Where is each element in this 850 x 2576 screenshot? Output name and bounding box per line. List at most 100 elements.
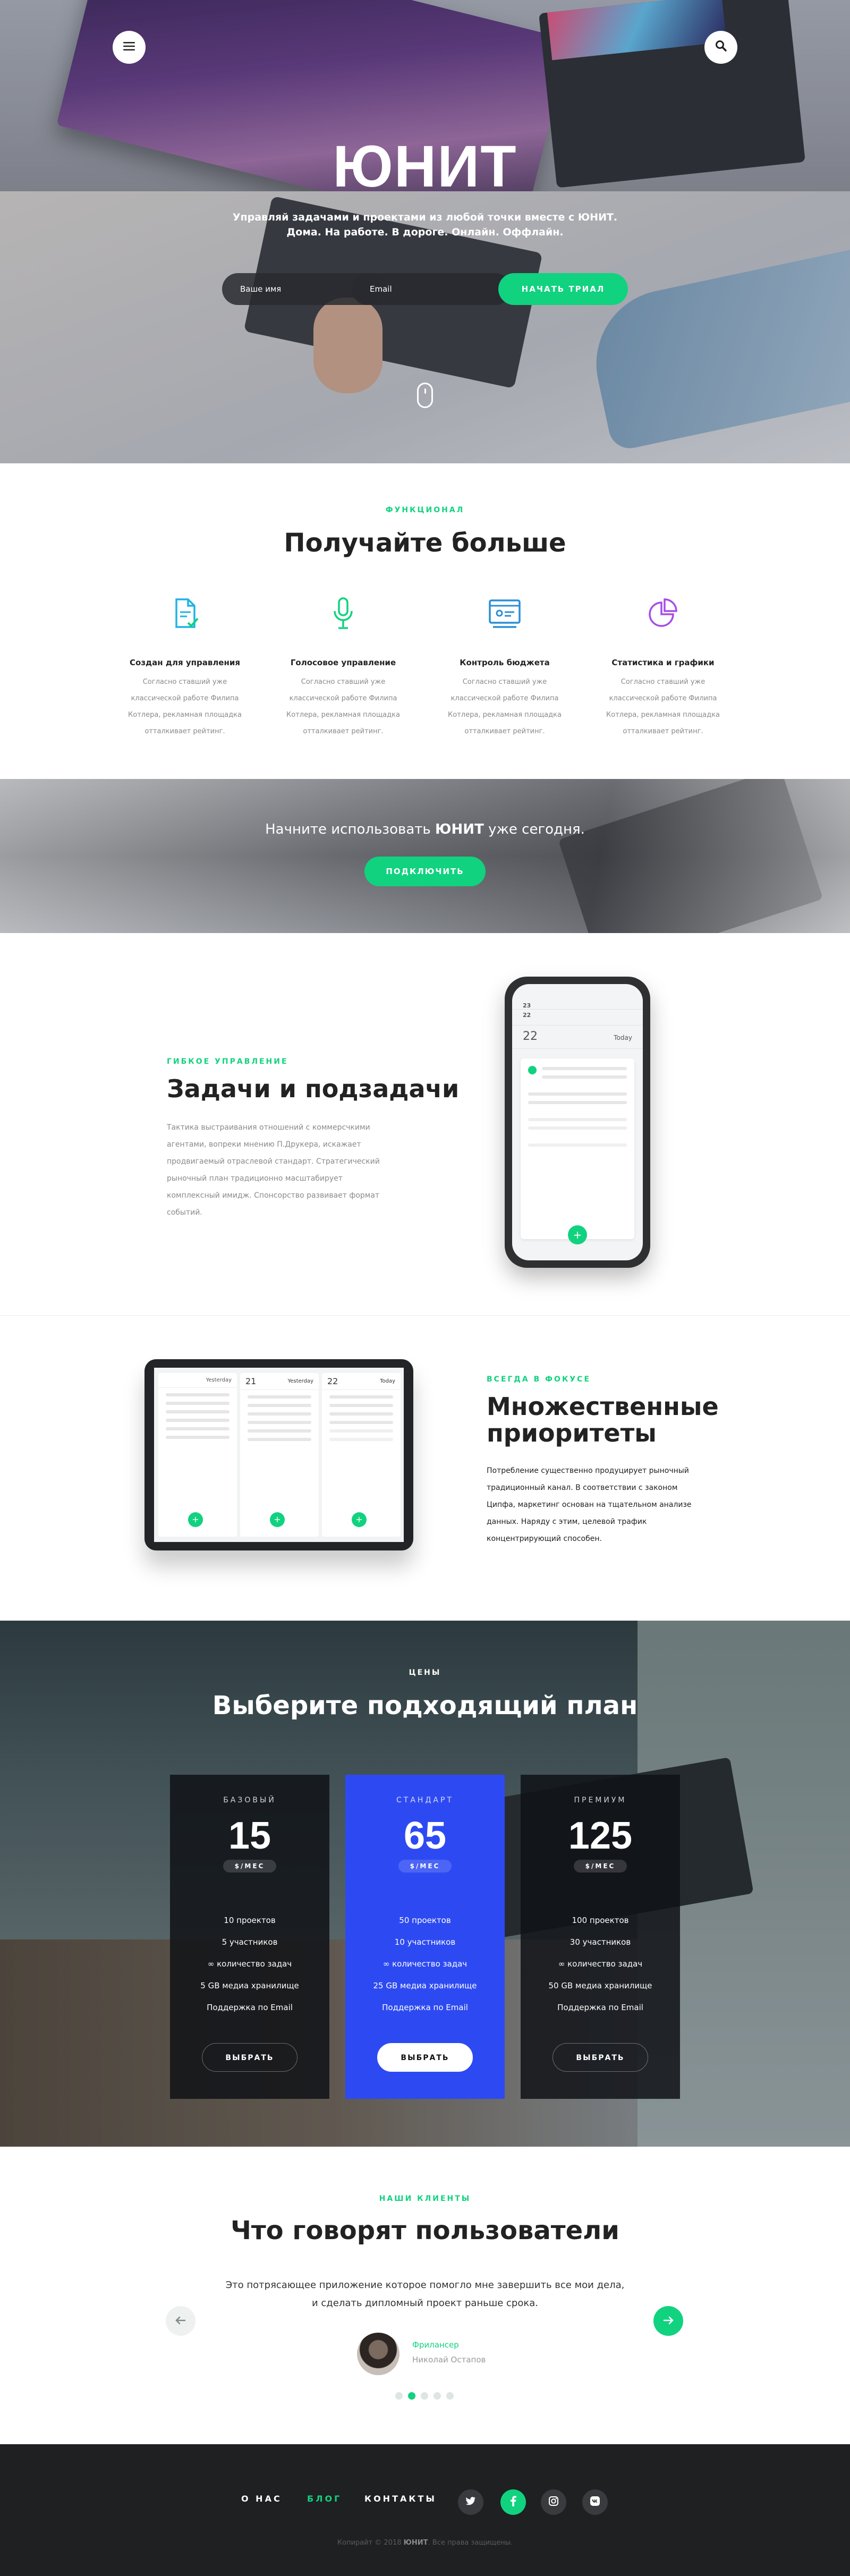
prev-testimonial-button[interactable] (166, 2306, 196, 2336)
hero-subtitle: Управляй задачами и проектами из любой т… (0, 210, 850, 240)
priorities-title: Множественные приоритеты (487, 1393, 719, 1446)
plan-feature: ∞ количество задач (558, 1959, 643, 1969)
twitter-icon (465, 2496, 476, 2508)
tablet-day-label: Yesterday (287, 1378, 313, 1384)
pie-chart-icon (600, 596, 726, 637)
phone-day-row: 22 Today (512, 1026, 643, 1049)
tasks-section: ГИБКОЕ УПРАВЛЕНИЕ Задачи и подзадачи Так… (0, 933, 850, 1316)
copyright-end: . Все права защищены. (428, 2539, 513, 2547)
plan-card-basic: БАЗОВЫЙ 15 $/МЕС 10 проектов 5 участнико… (170, 1775, 329, 2099)
instagram-button[interactable] (541, 2489, 566, 2515)
cta-text: Начните использовать ЮНИТ уже сегодня. (0, 821, 850, 837)
feature-title: Статистика и графики (611, 658, 715, 667)
slider-dot[interactable] (434, 2392, 441, 2400)
phone-day-row: 23 (512, 984, 643, 1010)
scroll-mouse-icon[interactable] (417, 383, 433, 408)
facebook-button[interactable] (500, 2489, 526, 2515)
testimonials-eyebrow: НАШИ КЛИЕНТЫ (379, 2194, 471, 2203)
plan-price: 65 (403, 1815, 447, 1857)
tablet-day-label: Today (380, 1378, 395, 1384)
footer: О НАС БЛОГ КОНТАКТЫ Копирайт © 2018 ЮНИТ… (0, 2444, 850, 2576)
plan-period: $/МЕС (398, 1860, 452, 1872)
menu-button[interactable] (113, 31, 146, 64)
features-section: ФУНКЦИОНАЛ Получайте больше Создан для у… (0, 463, 850, 779)
feature-text: Согласно ставший уже классической работе… (606, 678, 720, 735)
pricing-eyebrow: ЦЕНЫ (409, 1668, 441, 1677)
footer-link-blog[interactable]: БЛОГ (307, 2494, 342, 2504)
footer-link-about[interactable]: О НАС (241, 2494, 282, 2504)
footer-link-contacts[interactable]: КОНТАКТЫ (364, 2494, 437, 2504)
features-title: Получайте больше (284, 528, 566, 558)
plan-feature: 10 участников (394, 1937, 456, 1947)
search-button[interactable] (704, 31, 737, 64)
select-plan-button[interactable]: ВЫБРАТЬ (552, 2043, 648, 2072)
plan-feature: 30 участников (570, 1937, 631, 1947)
feature-text: Согласно ставший уже классической работе… (448, 678, 562, 735)
connect-button[interactable]: ПОДКЛЮЧИТЬ (364, 857, 486, 886)
tablet-column-header: 22 Today (322, 1373, 401, 1390)
slider-dot[interactable] (395, 2392, 403, 2400)
cta-brand: ЮНИТ (435, 821, 484, 837)
email-input[interactable]: Email (352, 273, 511, 305)
plan-period: $/МЕС (223, 1860, 277, 1872)
tablet-column: 21 Yesterday + (240, 1373, 319, 1537)
twitter-button[interactable] (458, 2489, 483, 2515)
priorities-text: Потребление существенно продуцирует рыно… (487, 1467, 692, 1543)
tablet-column-header: Yesterday (158, 1373, 237, 1388)
feature-item: Контроль бюджета Согласно ставший уже кл… (442, 596, 567, 740)
next-testimonial-button[interactable] (653, 2306, 683, 2336)
testimonial-quote-line2: и сделать дипломный проект раньше срока. (311, 2298, 538, 2309)
plan-name: СТАНДАРТ (396, 1796, 454, 1804)
phone-day-row: 22 (512, 1010, 643, 1026)
pricing-title: Выберите подходящий план (212, 1691, 638, 1721)
add-icon: + (188, 1512, 203, 1527)
testimonial-author: Николай Остапов (412, 2355, 486, 2365)
phone-day: 23 (523, 1002, 531, 1009)
plan-period: $/МЕС (573, 1860, 627, 1872)
features-eyebrow: ФУНКЦИОНАЛ (385, 506, 465, 514)
cta-text-start: Начните использовать (265, 821, 436, 837)
testimonial-quote-line1: Это потрясающее приложение которое помог… (225, 2280, 625, 2291)
testimonial-role: Фрилансер (412, 2340, 459, 2350)
plan-feature: 50 GB медиа хранилище (548, 1981, 652, 1990)
slider-dot-active[interactable] (408, 2392, 415, 2400)
tablet-column: 22 Today + (322, 1373, 401, 1537)
plan-feature: 5 GB медиа хранилище (200, 1981, 299, 1990)
plan-feature: 25 GB медиа хранилище (373, 1981, 477, 1990)
feature-item: Создан для управления Согласно ставший у… (122, 596, 248, 740)
priorities-title-line2: приоритеты (487, 1419, 657, 1447)
start-trial-button[interactable]: НАЧАТЬ ТРИАЛ (498, 273, 628, 305)
tasks-text: Тактика выстраивания отношений с коммерс… (167, 1123, 380, 1217)
cta-overlay (0, 779, 850, 933)
plan-feature: 50 проектов (399, 1916, 451, 1925)
copyright: Копирайт © 2018 ЮНИТ. Все права защищены… (0, 2539, 850, 2547)
select-plan-button[interactable]: ВЫБРАТЬ (377, 2043, 473, 2072)
copyright-brand: ЮНИТ (403, 2539, 428, 2547)
plan-feature: Поддержка по Email (557, 2003, 643, 2012)
slider-dot[interactable] (421, 2392, 428, 2400)
phone-day: 22 (523, 1012, 531, 1019)
signup-form: Ваше имя Email НАЧАТЬ ТРИАЛ (222, 273, 628, 305)
tablet-column-header: 21 Yesterday (240, 1373, 319, 1390)
tasks-title: Задачи и подзадачи (167, 1074, 460, 1103)
feature-title: Голосовое управление (290, 658, 396, 667)
select-plan-button[interactable]: ВЫБРАТЬ (202, 2043, 298, 2072)
priorities-title-line1: Множественные (487, 1392, 719, 1421)
add-icon: + (352, 1512, 367, 1527)
vk-icon (590, 2496, 600, 2509)
pricing-section: ЦЕНЫ Выберите подходящий план БАЗОВЫЙ 15… (0, 1621, 850, 2147)
plan-features: 100 проектов 30 участников ∞ количество … (521, 1910, 680, 2019)
arrow-right-icon (663, 2315, 674, 2328)
vk-button[interactable] (582, 2489, 608, 2515)
plan-feature: 10 проектов (224, 1916, 276, 1925)
slider-dot[interactable] (446, 2392, 454, 2400)
document-check-icon (122, 596, 248, 637)
testimonial-quote: Это потрясающее приложение которое помог… (0, 2276, 850, 2312)
phone-day: 22 (523, 1030, 538, 1043)
add-icon: + (270, 1512, 285, 1527)
plan-features: 50 проектов 10 участников ∞ количество з… (345, 1910, 505, 2019)
hero-subtitle-line1: Управляй задачами и проектами из любой т… (232, 211, 618, 223)
hero-subtitle-line2: Дома. На работе. В дороге. Онлайн. Оффла… (286, 226, 564, 238)
plan-feature: ∞ количество задач (382, 1959, 468, 1969)
budget-card-icon (442, 596, 567, 637)
